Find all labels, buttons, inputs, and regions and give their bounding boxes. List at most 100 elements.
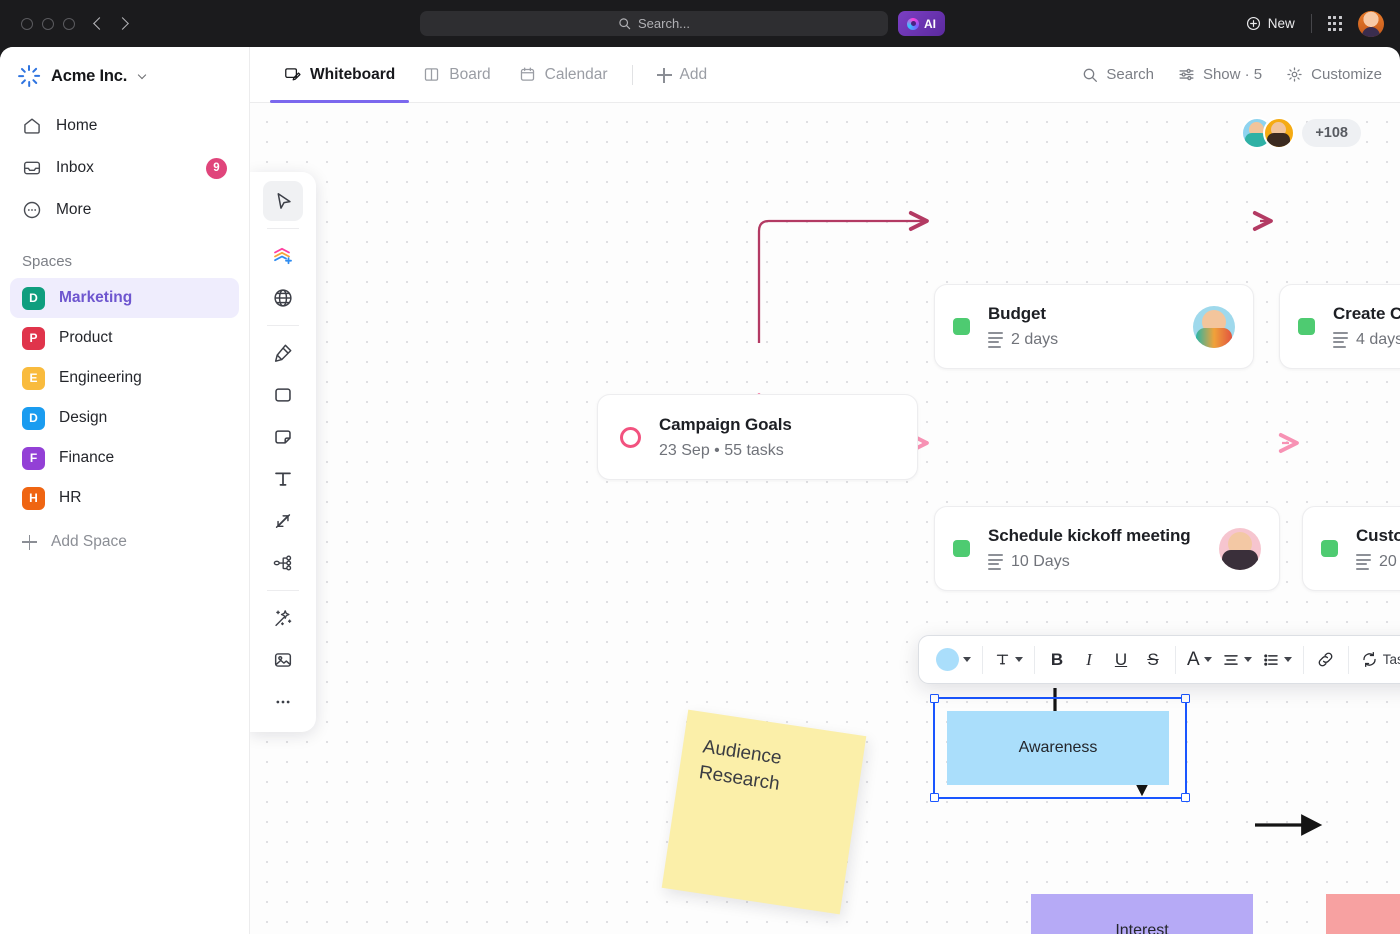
sidebar-item-home[interactable]: Home — [10, 105, 239, 147]
strikethrough-button[interactable]: S — [1138, 643, 1168, 677]
toolbar-divider — [267, 325, 299, 326]
sticky-note-audience-research[interactable]: Audience Research — [661, 709, 867, 915]
globe-tool[interactable] — [263, 278, 303, 318]
tab-whiteboard[interactable]: Whiteboard — [270, 47, 410, 103]
chevron-down-icon — [1243, 657, 1252, 662]
ai-button[interactable]: AI — [898, 11, 945, 36]
tab-calendar[interactable]: Calendar — [505, 47, 622, 103]
resize-handle-top-right[interactable] — [1181, 694, 1190, 703]
view-show-button[interactable]: Show · 5 — [1178, 66, 1262, 83]
app-body: Acme Inc. Home Inbox 9 More Spaces D Mar… — [0, 47, 1400, 934]
sidebar-item-engineering[interactable]: E Engineering — [10, 358, 239, 398]
ai-magic-tool[interactable] — [263, 598, 303, 638]
sidebar-item-product[interactable]: P Product — [10, 318, 239, 358]
task-assignee-avatar[interactable] — [1193, 305, 1235, 348]
add-space-button[interactable]: Add Space — [10, 522, 239, 562]
space-label: Design — [59, 409, 108, 426]
link-button[interactable] — [1311, 643, 1341, 677]
resize-handle-bottom-right[interactable] — [1181, 793, 1190, 802]
connector-tool[interactable] — [263, 501, 303, 541]
new-button[interactable]: New — [1246, 16, 1295, 31]
font-color-letter: A — [1187, 648, 1200, 670]
resize-handle-top-left[interactable] — [930, 694, 939, 703]
task-card-text: Create Campaign 4 days — [1333, 304, 1400, 349]
whiteboard-toolbar — [250, 172, 316, 732]
sidebar-item-more[interactable]: More — [10, 189, 239, 231]
workspace-switcher[interactable]: Acme Inc. — [0, 47, 249, 87]
task-card-text: Budget 2 days — [988, 304, 1058, 349]
window-titlebar: Search... AI New — [0, 0, 1400, 47]
select-tool[interactable] — [263, 181, 303, 221]
mindmap-tool[interactable] — [263, 543, 303, 583]
window-traffic-lights[interactable] — [21, 17, 75, 30]
shape-decision[interactable]: Decision — [1326, 894, 1400, 934]
font-family-button[interactable] — [990, 643, 1027, 677]
font-group — [983, 643, 1034, 677]
whiteboard-canvas[interactable]: +108 Campaign Goals 23 Sep • 55 tasks Bu… — [250, 103, 1400, 934]
pen-tool[interactable] — [263, 333, 303, 373]
sticky-note-tool[interactable] — [263, 417, 303, 457]
font-color-button[interactable]: A — [1183, 643, 1216, 677]
task-assignee-avatar[interactable] — [1219, 527, 1261, 570]
add-stack-tool[interactable] — [263, 236, 303, 276]
goal-card[interactable]: Campaign Goals 23 Sep • 55 tasks — [597, 394, 918, 480]
forward-icon[interactable] — [116, 17, 129, 30]
underline-button[interactable]: U — [1106, 643, 1136, 677]
tabbar-divider — [631, 64, 633, 85]
task-card-create-campaign[interactable]: Create Campaign 4 days — [1279, 284, 1400, 369]
resize-handle-bottom-left[interactable] — [930, 793, 939, 802]
task-status-chip — [953, 540, 970, 557]
list-button[interactable] — [1258, 643, 1296, 677]
text-style-group: B I U S — [1035, 643, 1175, 677]
tab-board[interactable]: Board — [409, 47, 504, 103]
chevron-down-icon — [1015, 657, 1023, 662]
image-tool[interactable] — [263, 640, 303, 680]
sidebar-item-marketing[interactable]: D Marketing — [10, 278, 239, 318]
task-card-meta: 4 days — [1333, 331, 1400, 349]
sidebar-item-design[interactable]: D Design — [10, 398, 239, 438]
task-card-customer-beta[interactable]: Customer Beta 20 days — [1302, 506, 1400, 591]
view-customize-button[interactable]: Customize — [1286, 66, 1382, 83]
convert-task-icon — [1362, 651, 1376, 668]
maximize-window-button[interactable] — [63, 17, 75, 30]
bold-button[interactable]: B — [1042, 643, 1072, 677]
convert-to-task-button[interactable]: Task — [1356, 643, 1400, 677]
more-tools[interactable] — [263, 682, 303, 722]
duration-icon — [988, 554, 1003, 570]
rectangle-tool[interactable] — [263, 375, 303, 415]
inbox-icon — [23, 161, 41, 175]
board-icon — [425, 68, 439, 81]
back-icon[interactable] — [93, 17, 106, 30]
close-window-button[interactable] — [21, 17, 33, 30]
italic-button[interactable]: I — [1074, 643, 1104, 677]
sidebar-item-inbox[interactable]: Inbox 9 — [10, 147, 239, 189]
view-search-button[interactable]: Search — [1082, 66, 1154, 83]
space-avatar: H — [22, 486, 45, 510]
search-icon — [1084, 68, 1098, 82]
search-icon — [619, 18, 631, 30]
shape-interest[interactable]: Interest — [1031, 894, 1253, 934]
selection-box[interactable] — [930, 694, 1190, 802]
add-view-button[interactable]: Add — [643, 47, 722, 103]
titlebar-actions: New — [1246, 0, 1384, 47]
app-grid-icon[interactable] — [1327, 16, 1342, 31]
sidebar-item-home-label: Home — [56, 117, 98, 134]
task-card-schedule-kickoff[interactable]: Schedule kickoff meeting 10 Days — [934, 506, 1280, 591]
minimize-window-button[interactable] — [42, 17, 54, 30]
fill-color-button[interactable] — [932, 643, 975, 677]
text-tool[interactable] — [263, 459, 303, 499]
chevron-down-icon — [1203, 657, 1212, 662]
browser-nav[interactable] — [93, 17, 129, 30]
collaborator-avatar[interactable] — [1263, 117, 1296, 149]
align-button[interactable] — [1218, 643, 1256, 677]
user-avatar[interactable] — [1358, 10, 1384, 37]
sidebar-item-finance[interactable]: F Finance — [10, 438, 239, 478]
bullet-list-icon — [1263, 653, 1278, 666]
sidebar-item-hr[interactable]: H HR — [10, 478, 239, 518]
duration-icon — [1333, 332, 1348, 348]
task-status-chip — [953, 318, 970, 335]
plus-circle-icon — [1246, 16, 1260, 31]
collaborator-overflow-count[interactable]: +108 — [1302, 119, 1361, 147]
task-card-budget[interactable]: Budget 2 days — [934, 284, 1254, 369]
global-search-input[interactable]: Search... — [420, 11, 888, 36]
